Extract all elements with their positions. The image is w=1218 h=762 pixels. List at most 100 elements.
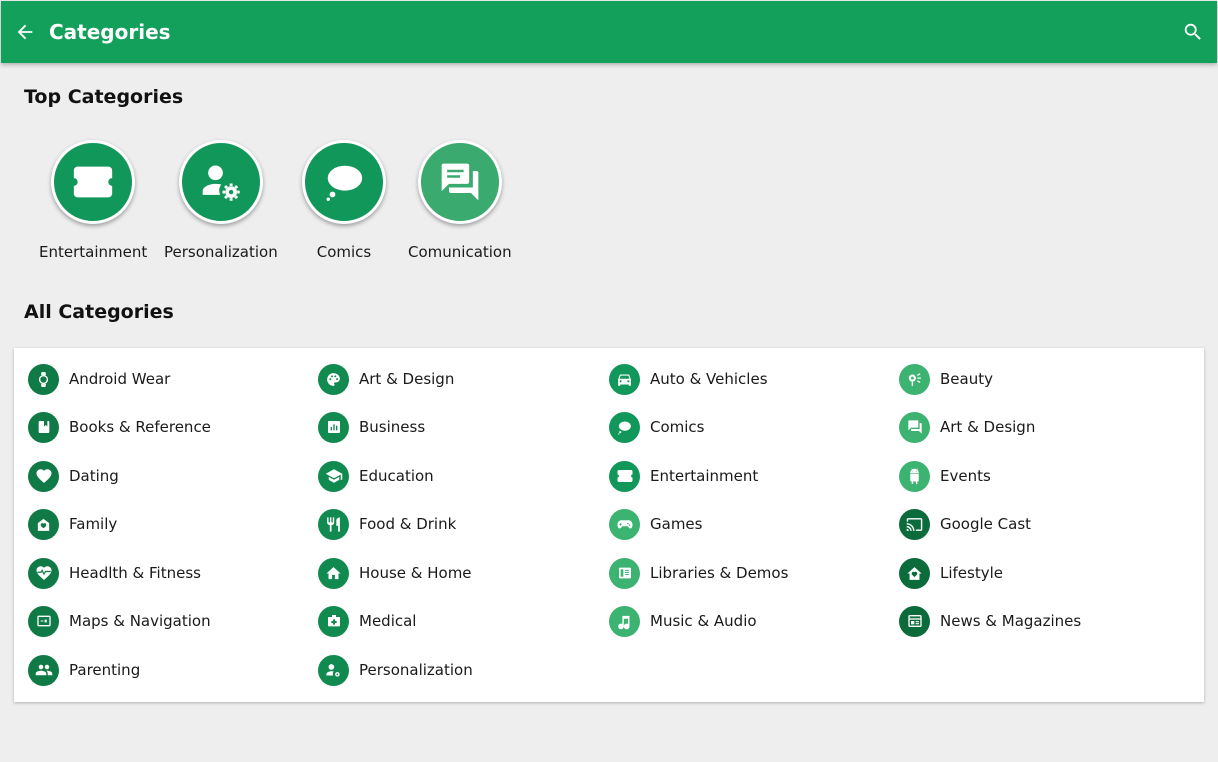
category-label: Events [940, 467, 991, 485]
person-settings-icon [326, 663, 340, 677]
category-comics[interactable]: Comics [609, 411, 705, 443]
all-categories-card: Android Wear Art & Design Auto & Vehicle… [14, 348, 1204, 702]
category-google-cast[interactable]: Google Cast [899, 508, 1031, 540]
book-icon [38, 421, 49, 433]
category-label: Android Wear [69, 370, 171, 388]
category-libraries-demos[interactable]: Libraries & Demos [609, 557, 788, 589]
category-label: Entertainment [650, 467, 759, 485]
category-entertainment[interactable]: Entertainment [609, 460, 758, 492]
top-category-circle [51, 140, 136, 224]
top-category-label: Personalization [164, 243, 278, 261]
category-label: Games [650, 515, 703, 533]
category-icon-circle [28, 508, 59, 540]
category-auto-vehicles[interactable]: Auto & Vehicles [609, 363, 768, 395]
top-category-personalization[interactable]: Personalization [164, 140, 278, 261]
category-label: Music & Audio [650, 612, 757, 630]
category-label: Food & Drink [359, 515, 457, 533]
category-icon-circle [899, 605, 930, 637]
category-icon-circle [28, 557, 59, 589]
heart-icon [36, 469, 51, 484]
top-category-circle [417, 140, 502, 224]
category-icon-circle [318, 557, 349, 589]
top-category-comunication[interactable]: Comunication [408, 140, 512, 261]
category-label: Maps & Navigation [69, 612, 211, 630]
watch-icon [38, 371, 49, 387]
category-news-magazines[interactable]: News & Magazines [899, 605, 1081, 637]
palette-icon [327, 372, 340, 386]
category-label: Books & Reference [69, 418, 211, 436]
category-icon-circle [899, 460, 930, 492]
category-icon-circle [609, 605, 640, 637]
category-label: Lifestyle [940, 564, 1004, 582]
back-button[interactable] [1, 1, 49, 63]
page-title: Categories [49, 20, 171, 44]
category-label: Business [359, 418, 426, 436]
forum-icon [441, 163, 479, 201]
top-category-entertainment[interactable]: Entertainment [39, 140, 147, 261]
search-icon [1184, 23, 1201, 40]
top-category-circle [302, 140, 386, 224]
category-label: Google Cast [940, 515, 1032, 533]
category-label: Libraries & Demos [650, 564, 789, 582]
category-dating[interactable]: Dating [28, 460, 119, 492]
ticket-icon [73, 166, 113, 198]
category-label: Art & Design [940, 418, 1036, 436]
category-label: Dating [69, 467, 119, 485]
category-maps-navigation[interactable]: Maps & Navigation [28, 605, 211, 637]
car-icon [618, 374, 631, 386]
lifestyle-home-icon [907, 566, 922, 580]
category-business[interactable]: Business [318, 411, 425, 443]
school-icon [325, 469, 342, 483]
chat-bubble-icon [618, 420, 631, 435]
category-parenting[interactable]: Parenting [28, 654, 140, 686]
category-icon-circle [28, 654, 59, 686]
category-icon-circle [899, 411, 930, 443]
category-label: News & Magazines [940, 612, 1082, 630]
category-icon-circle [28, 411, 59, 443]
category-label: Parenting [69, 661, 141, 679]
top-category-circle [178, 140, 263, 224]
category-art-design[interactable]: Art & Design [318, 363, 454, 395]
person-settings-icon [202, 165, 240, 201]
category-education[interactable]: Education [318, 460, 434, 492]
library-icon [618, 567, 631, 579]
category-family[interactable]: Family [28, 508, 117, 540]
category-lifestyle[interactable]: Lifestyle [899, 557, 1003, 589]
search-button[interactable] [1169, 1, 1217, 63]
category-beauty[interactable]: Beauty [899, 363, 993, 395]
category-health-fitness[interactable]: Headlth & Fitness [28, 557, 201, 589]
category-art-design-2[interactable]: Art & Design [899, 411, 1035, 443]
heartbeat-icon [36, 566, 51, 581]
home-icon [326, 566, 341, 579]
people-icon [35, 664, 52, 676]
beauty-icon [908, 372, 921, 386]
category-android-wear[interactable]: Android Wear [28, 363, 170, 395]
category-icon-circle [318, 460, 349, 492]
restaurant-icon [327, 516, 340, 532]
category-house-home[interactable]: House & Home [318, 557, 472, 589]
category-books-reference[interactable]: Books & Reference [28, 411, 211, 443]
category-label: Art & Design [359, 370, 455, 388]
category-icon-circle [318, 363, 349, 395]
category-label: Family [69, 515, 118, 533]
music-note-icon [618, 615, 630, 629]
category-events[interactable]: Events [899, 460, 991, 492]
category-icon-circle [28, 460, 59, 492]
forum-icon [907, 420, 922, 434]
top-category-comics[interactable]: Comics [302, 140, 386, 261]
category-icon-circle [609, 460, 640, 492]
category-icon-circle [318, 411, 349, 443]
category-medical[interactable]: Medical [318, 605, 416, 637]
category-personalization[interactable]: Personalization [318, 654, 473, 686]
category-music-audio[interactable]: Music & Audio [609, 605, 757, 637]
category-icon-circle [609, 508, 640, 540]
family-icon [37, 518, 50, 531]
chart-icon [327, 421, 340, 433]
cast-icon [906, 517, 923, 531]
newspaper-icon [907, 615, 922, 627]
category-icon-circle [318, 654, 349, 686]
category-food-drink[interactable]: Food & Drink [318, 508, 456, 540]
category-label: House & Home [359, 564, 472, 582]
category-icon-circle [28, 363, 59, 395]
category-games[interactable]: Games [609, 508, 702, 540]
